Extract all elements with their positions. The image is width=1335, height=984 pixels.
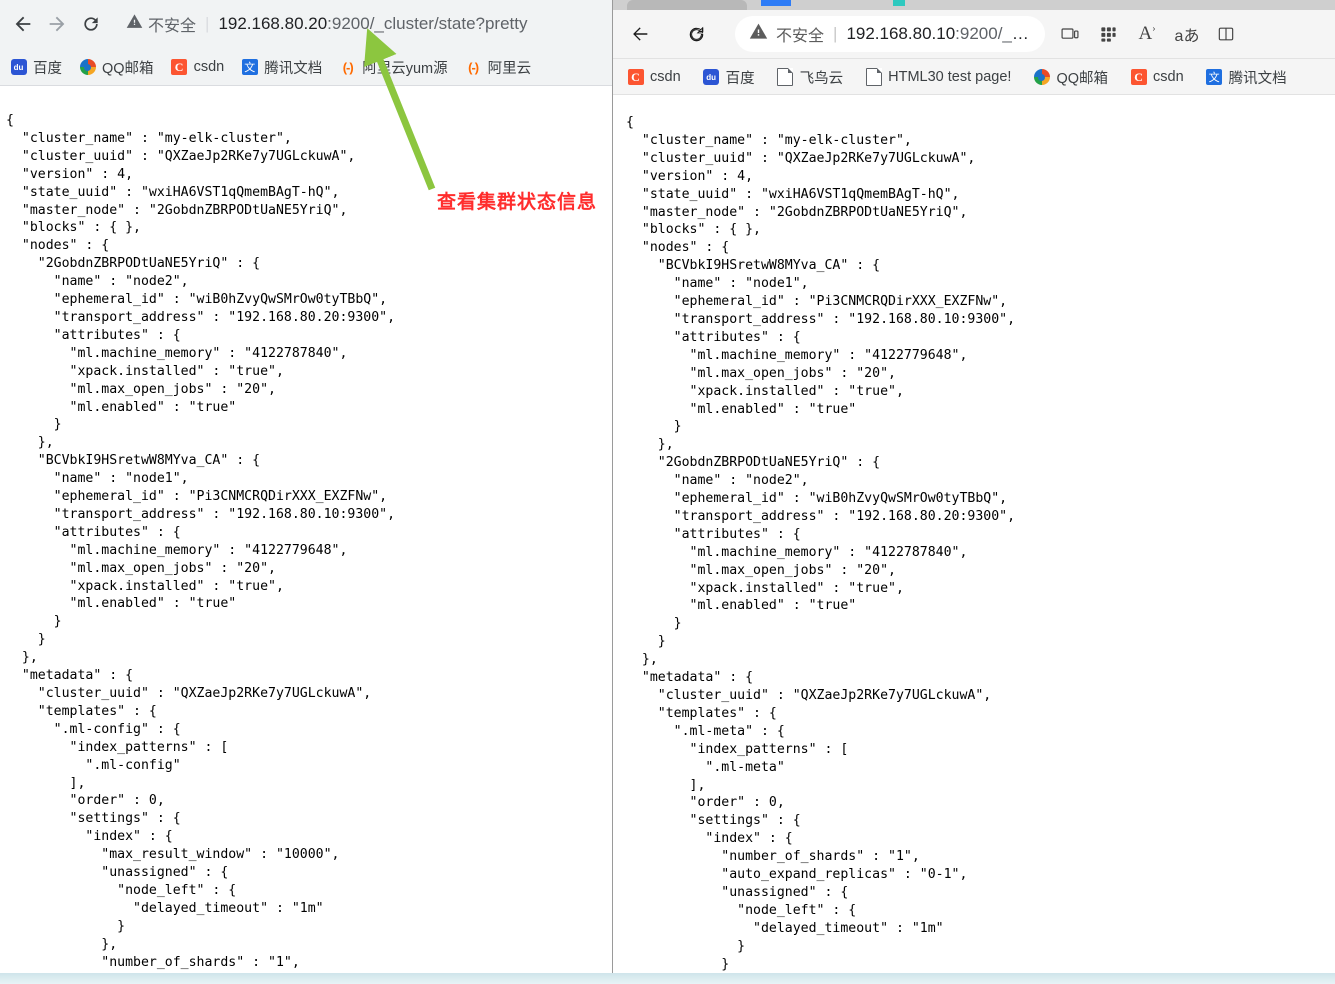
reload-button[interactable] xyxy=(74,7,108,41)
omnibox-separator: | xyxy=(833,24,838,43)
edge-tab-active[interactable] xyxy=(627,0,747,10)
reading-view-icon xyxy=(1218,27,1234,41)
json-response-body: { "cluster_name" : "my-elk-cluster", "cl… xyxy=(626,115,1016,972)
bookmark-label: 百度 xyxy=(725,70,755,87)
collections-icon xyxy=(1100,26,1116,42)
document-favicon xyxy=(865,68,882,86)
url-path: :9200/_cluster/state?pretty xyxy=(327,14,528,33)
bookmark-label: 腾讯文档 xyxy=(1228,70,1287,87)
bookmark-item[interactable]: (-) 阿里云yum源 xyxy=(339,57,448,78)
edge-toolbar-area: 不安全 | 192.168.80.10:9200/_clus... xyxy=(613,10,1335,58)
bookmarkbar-divider xyxy=(613,94,1335,95)
chrome-toolbar-area: 不安全 | 192.168.80.20:9200/_cluster/state?… xyxy=(0,0,612,48)
bookmark-label: HTML30 test page! xyxy=(888,69,1012,85)
security-label: 不安全 xyxy=(148,18,197,35)
arrow-left-icon xyxy=(15,16,31,32)
arrow-left-icon xyxy=(633,27,648,41)
reload-icon xyxy=(689,26,703,41)
bookmark-item[interactable]: HTML30 test page! xyxy=(865,68,1012,86)
edge-bookmark-bar: C csdn du 百度 飞鸟云 HTML30 test page! QQ邮箱 … xyxy=(613,59,1335,95)
bookmark-item[interactable]: du 百度 xyxy=(10,57,62,78)
json-response-body: { "cluster_name" : "my-elk-cluster", "cl… xyxy=(6,113,396,984)
split-screen-button[interactable] xyxy=(1051,24,1089,44)
chrome-browser-window: 不安全 | 192.168.80.20:9200/_cluster/state?… xyxy=(0,0,612,984)
annotation-text: 查看集群状态信息 xyxy=(437,191,598,213)
csdn-favicon: C xyxy=(627,69,644,86)
reading-view-button[interactable] xyxy=(1207,24,1245,44)
url-path: :9200/_clus... xyxy=(955,24,1035,43)
bookmark-label: csdn xyxy=(193,59,225,75)
bookmark-item[interactable]: 飞鸟云 xyxy=(777,67,844,88)
bookmark-label: QQ邮箱 xyxy=(1056,70,1109,87)
baidu-favicon: du xyxy=(10,59,27,76)
warning-triangle-icon xyxy=(126,13,143,35)
bookmark-item[interactable]: C csdn xyxy=(171,59,225,76)
bookmark-label: 阿里云yum源 xyxy=(362,60,448,77)
aliyun-favicon: (-) xyxy=(468,59,479,75)
bookmark-label: 飞鸟云 xyxy=(799,70,844,87)
chrome-bookmark-bar: du 百度 QQ邮箱 C csdn 文 腾讯文档 (-) 阿里云yum源 (-) xyxy=(0,48,612,86)
read-aloud-icon: A› xyxy=(1138,23,1156,44)
edge-tab-accent-2 xyxy=(893,0,905,6)
aliyun-favicon: (-) xyxy=(342,59,354,75)
bookmark-item[interactable]: C csdn xyxy=(1130,69,1184,86)
csdn-favicon: C xyxy=(171,59,188,76)
document-favicon xyxy=(777,68,794,86)
qqmail-favicon xyxy=(79,59,96,76)
security-label: 不安全 xyxy=(776,28,825,45)
bookmark-item[interactable]: du 百度 xyxy=(703,67,755,88)
bookmark-label: csdn xyxy=(650,69,681,85)
bookmark-item[interactable]: 文 腾讯文档 xyxy=(1206,67,1287,88)
qqmail-favicon xyxy=(1033,69,1050,86)
reload-button[interactable] xyxy=(679,17,713,51)
address-bar[interactable]: 不安全 | 192.168.80.20:9200/_cluster/state?… xyxy=(116,7,600,41)
translate-icon: aあ xyxy=(1174,28,1200,45)
url-text: 192.168.80.10:9200/_clus... xyxy=(846,24,1035,44)
baidu-favicon: du xyxy=(703,69,720,86)
collections-button[interactable] xyxy=(1089,25,1127,44)
csdn-favicon: C xyxy=(1130,69,1147,86)
bookmark-label: csdn xyxy=(1153,69,1184,85)
back-button[interactable] xyxy=(623,17,657,51)
bookmark-item[interactable]: QQ邮箱 xyxy=(1033,67,1108,88)
edge-tab-accent xyxy=(761,0,791,6)
arrow-right-icon xyxy=(49,16,65,32)
toolbar-divider xyxy=(0,85,612,86)
address-bar[interactable]: 不安全 | 192.168.80.10:9200/_clus... xyxy=(735,16,1045,52)
bookmark-item[interactable]: (-) 阿里云 xyxy=(465,57,532,78)
tencentdocs-favicon: 文 xyxy=(241,59,258,76)
url-text: 192.168.80.20:9200/_cluster/state?pretty xyxy=(218,14,527,34)
bookmark-label: QQ邮箱 xyxy=(102,60,154,77)
tencentdocs-favicon: 文 xyxy=(1206,69,1223,86)
edge-browser-window: 不安全 | 192.168.80.10:9200/_clus... xyxy=(612,0,1335,984)
url-host: 192.168.80.10 xyxy=(846,24,956,43)
bookmark-label: 阿里云 xyxy=(487,60,532,77)
bookmark-item[interactable]: C csdn xyxy=(627,69,681,86)
back-button[interactable] xyxy=(6,7,40,41)
bookmark-item[interactable]: 文 腾讯文档 xyxy=(241,57,322,78)
reload-icon xyxy=(84,17,98,31)
windows-taskbar xyxy=(0,973,1335,984)
url-host: 192.168.80.20 xyxy=(218,14,328,33)
bookmark-label: 腾讯文档 xyxy=(264,60,323,77)
read-aloud-button[interactable]: A› xyxy=(1127,23,1167,45)
forward-button[interactable] xyxy=(40,7,74,41)
bookmark-item[interactable]: QQ邮箱 xyxy=(79,57,154,78)
split-screen-icon xyxy=(1061,28,1079,39)
bookmark-label: 百度 xyxy=(33,60,62,77)
translate-button[interactable]: aあ xyxy=(1167,22,1207,46)
warning-triangle-icon xyxy=(749,22,768,46)
omnibox-separator: | xyxy=(205,14,210,33)
